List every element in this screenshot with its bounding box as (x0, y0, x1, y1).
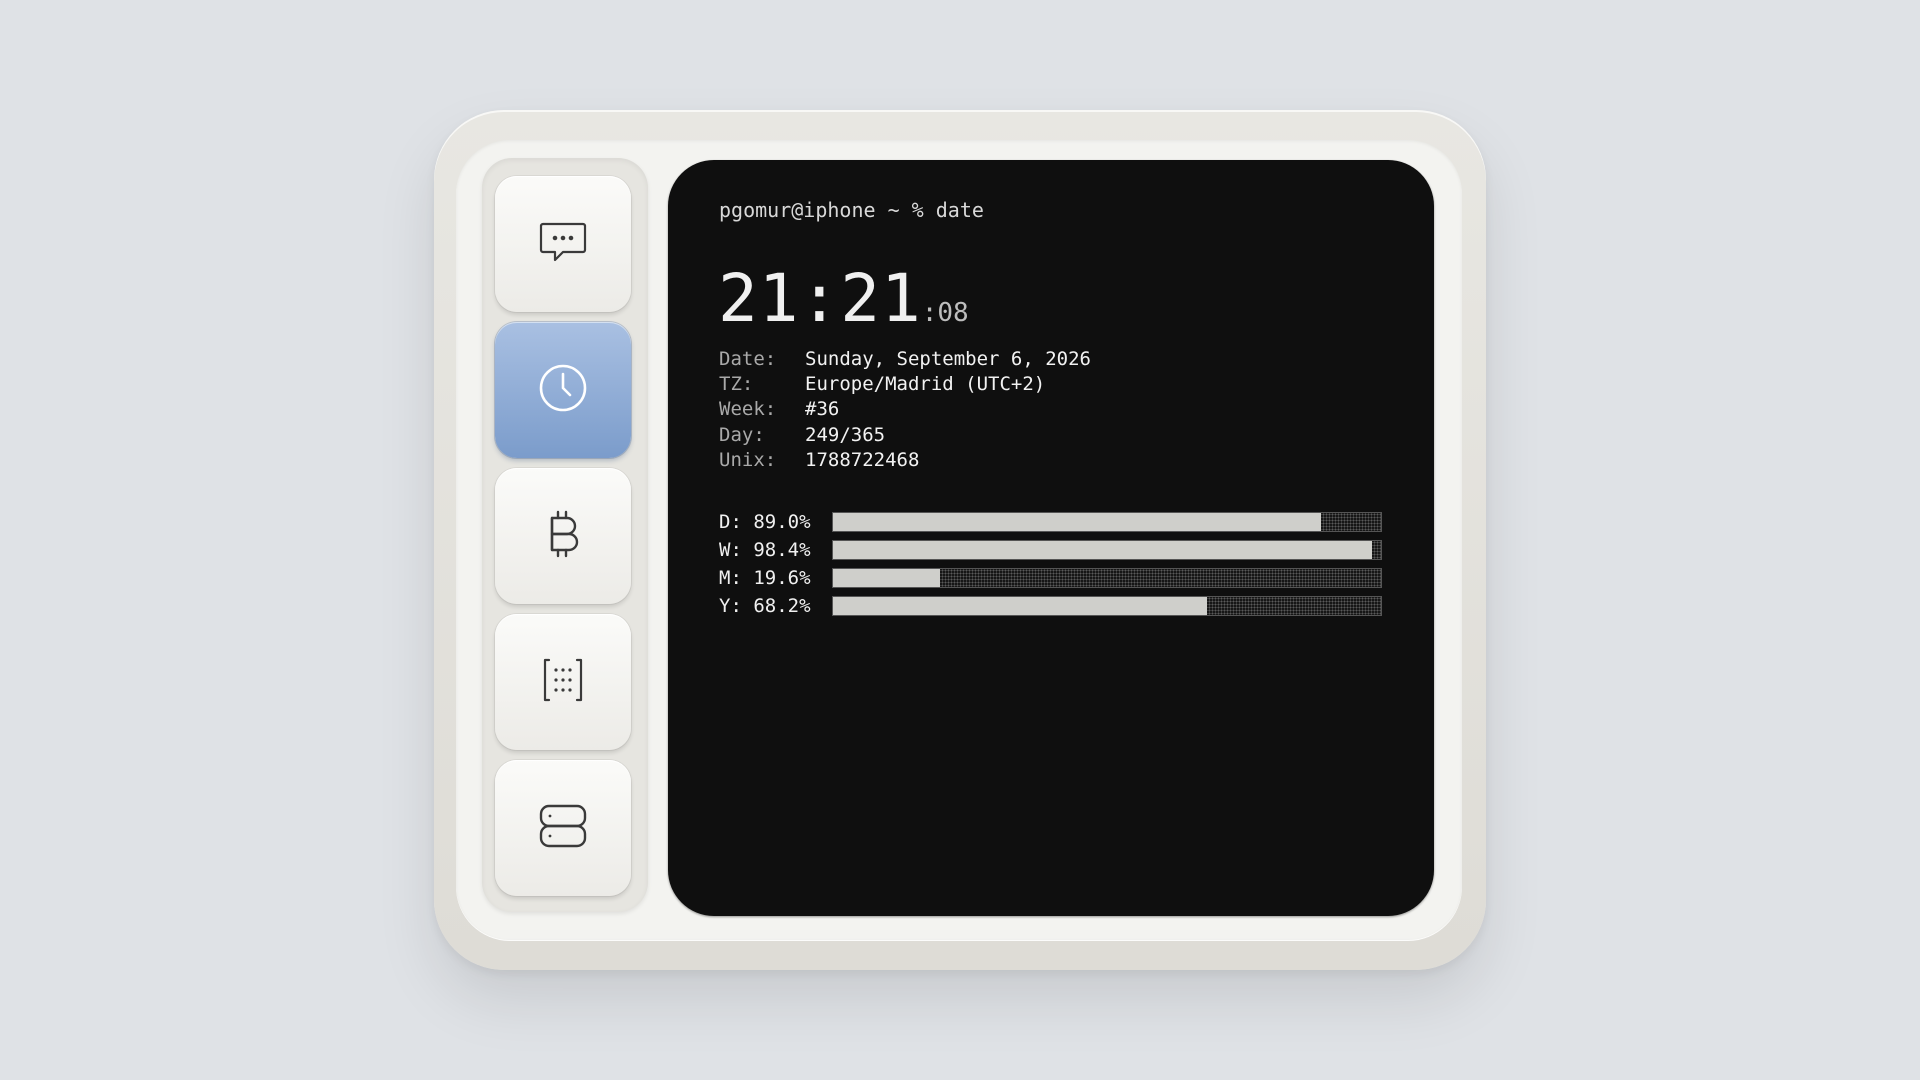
info-value: 1788722468 (805, 448, 920, 471)
progress-track (832, 512, 1382, 532)
bitcoin-button[interactable] (495, 468, 631, 604)
progress-row-day: D: 89.0% (719, 508, 1382, 536)
info-key: Unix: (719, 448, 777, 471)
progress-bars: D: 89.0% W: 98.4% M: 19.6% Y: 68.2% (719, 508, 1382, 620)
clock-seconds: :08 (921, 298, 969, 328)
info-value: 249/365 (805, 423, 886, 446)
info-value: Europe/Madrid (UTC+2) (805, 373, 1046, 396)
progress-fill (833, 597, 1207, 615)
app-dock (482, 158, 648, 912)
chat-bubble-icon (535, 214, 591, 274)
clock-display: 21:21:08 (718, 260, 969, 337)
device-face: pgomur@iphone ~ % date 21:21:08 Date: Su… (456, 140, 1462, 940)
progress-label: W: 98.4% (719, 539, 811, 561)
server-icon (535, 798, 591, 858)
info-key: TZ: (719, 373, 754, 396)
terminal-prompt: pgomur@iphone ~ % date (719, 198, 984, 222)
bitcoin-icon (535, 506, 591, 566)
progress-fill (833, 513, 1321, 531)
date-info: Date: Sunday, September 6, 2026 TZ: Euro… (719, 347, 1091, 473)
terminal-screen: pgomur@iphone ~ % date 21:21:08 Date: Su… (668, 160, 1434, 916)
progress-row-month: M: 19.6% (719, 564, 1382, 592)
progress-fill (833, 569, 941, 587)
info-row-day: Day: 249/365 (719, 423, 1091, 448)
server-button[interactable] (495, 760, 631, 896)
info-row-unix: Unix: 1788722468 (719, 448, 1091, 473)
progress-row-week: W: 98.4% (719, 536, 1382, 564)
grid-button[interactable] (495, 614, 631, 750)
clock-hours-minutes: 21:21 (718, 260, 922, 337)
clock-icon (535, 360, 591, 420)
progress-fill (833, 541, 1373, 559)
info-key: Week: (719, 398, 777, 421)
dot-grid-brackets-icon (535, 652, 591, 712)
progress-track (832, 596, 1382, 616)
progress-label: Y: 68.2% (719, 595, 811, 617)
info-row-date: Date: Sunday, September 6, 2026 (719, 347, 1091, 372)
info-value: #36 (805, 398, 840, 421)
info-row-timezone: TZ: Europe/Madrid (UTC+2) (719, 372, 1091, 397)
device-frame: pgomur@iphone ~ % date 21:21:08 Date: Su… (434, 110, 1486, 970)
messages-button[interactable] (495, 176, 631, 312)
info-row-week: Week: #36 (719, 397, 1091, 422)
progress-track (832, 540, 1382, 560)
progress-label: M: 19.6% (719, 567, 811, 589)
info-key: Day: (719, 423, 765, 446)
progress-track (832, 568, 1382, 588)
clock-button[interactable] (495, 322, 631, 458)
progress-row-year: Y: 68.2% (719, 592, 1382, 620)
info-value: Sunday, September 6, 2026 (805, 348, 1091, 370)
progress-label: D: 89.0% (719, 511, 811, 533)
info-key: Date: (719, 348, 777, 370)
